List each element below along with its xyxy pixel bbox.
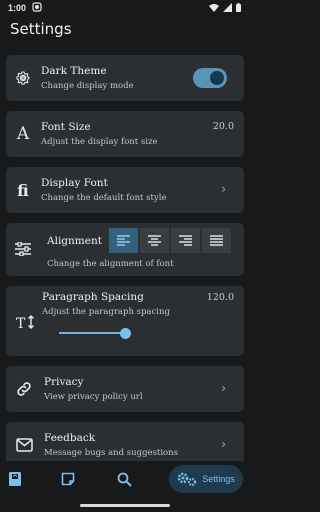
paragraph-spacing-title: Paragraph Spacing xyxy=(42,291,144,303)
alignment-title: Alignment xyxy=(47,235,102,247)
mail-icon xyxy=(15,436,33,454)
paragraph-spacing-slider-track[interactable] xyxy=(59,332,125,334)
status-time: 1:00 xyxy=(8,3,27,13)
battery-icon xyxy=(236,2,241,14)
font-size-title: Font Size xyxy=(41,121,91,133)
book-icon xyxy=(9,472,21,486)
font-size-icon: A xyxy=(16,124,30,144)
chevron-right-icon: › xyxy=(221,381,226,395)
align-left-icon xyxy=(117,235,130,246)
align-right-icon xyxy=(179,235,192,246)
svg-text:T: T xyxy=(16,316,26,330)
align-right-button[interactable] xyxy=(171,228,200,253)
feedback-subtitle: Message bugs and suggestions xyxy=(44,448,179,458)
note-icon xyxy=(61,472,75,486)
display-font-title: Display Font xyxy=(41,177,108,189)
paragraph-spacing-setting: T Paragraph Spacing Adjust the paragraph… xyxy=(6,286,244,356)
nav-settings-button[interactable]: Settings xyxy=(169,465,243,493)
privacy-setting[interactable]: Privacy View privacy policy url › xyxy=(6,366,244,412)
bottom-navigation: Settings xyxy=(0,461,249,499)
wifi-icon xyxy=(209,3,219,14)
paragraph-spacing-subtitle: Adjust the paragraph spacing xyxy=(42,307,170,317)
align-justify-icon xyxy=(210,235,223,246)
font-size-setting[interactable]: A Font Size Adjust the display font size… xyxy=(6,111,244,157)
dark-theme-setting[interactable]: Dark Theme Change display mode xyxy=(6,55,244,101)
tune-icon xyxy=(14,240,32,258)
paragraph-spacing-value: 120.0 xyxy=(206,292,234,303)
line-spacing-icon: T xyxy=(15,313,37,331)
app-notification-icon xyxy=(32,2,42,14)
home-indicator[interactable] xyxy=(80,504,170,507)
font-size-value: 20.0 xyxy=(212,121,234,132)
display-font-subtitle: Change the default font style xyxy=(41,193,167,203)
alignment-setting: Alignment Change the alignment of font xyxy=(6,223,244,276)
display-font-setting[interactable]: fi Display Font Change the default font … xyxy=(6,167,244,213)
dark-theme-title: Dark Theme xyxy=(41,65,107,77)
alignment-options xyxy=(109,228,231,253)
nav-search-button[interactable] xyxy=(113,465,135,493)
paragraph-spacing-slider-thumb[interactable] xyxy=(120,328,131,339)
toggle-knob xyxy=(210,71,224,85)
feedback-title: Feedback xyxy=(44,432,96,444)
alignment-subtitle: Change the alignment of font xyxy=(47,259,174,269)
dark-theme-toggle[interactable] xyxy=(193,68,227,88)
font-size-subtitle: Adjust the display font size xyxy=(41,137,158,147)
align-justify-button[interactable] xyxy=(202,228,231,253)
gear-icon xyxy=(14,69,32,87)
nav-settings-label: Settings xyxy=(202,474,235,484)
page-title: Settings xyxy=(10,20,72,38)
nav-note-button[interactable] xyxy=(57,465,79,493)
align-center-icon xyxy=(148,235,161,246)
chevron-right-icon: › xyxy=(221,437,226,451)
align-center-button[interactable] xyxy=(140,228,169,253)
nav-book-button[interactable] xyxy=(4,465,26,493)
signal-icon xyxy=(223,2,232,14)
status-bar: 1:00 xyxy=(0,0,249,16)
font-ligature-icon: fi xyxy=(17,180,29,200)
link-icon xyxy=(15,380,33,398)
privacy-subtitle: View privacy policy url xyxy=(44,392,143,402)
privacy-title: Privacy xyxy=(44,376,84,388)
dark-theme-subtitle: Change display mode xyxy=(41,81,134,91)
chevron-right-icon: › xyxy=(221,182,226,196)
align-left-button[interactable] xyxy=(109,228,138,253)
settings-icon xyxy=(177,472,197,486)
search-icon xyxy=(117,472,132,487)
